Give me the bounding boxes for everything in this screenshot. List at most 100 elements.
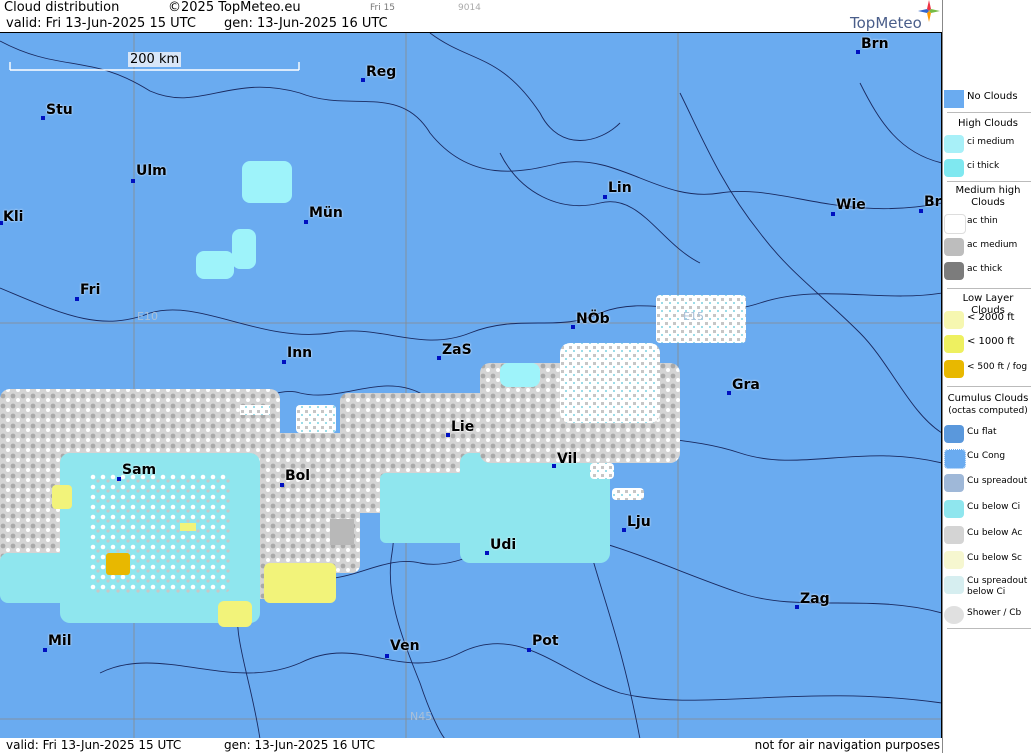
shower-label: Shower / Cb xyxy=(967,608,1022,618)
city-marker-icon xyxy=(282,360,286,364)
map-graphics xyxy=(0,33,941,738)
legend-ci-medium: ci medium xyxy=(943,133,1034,155)
city-marker-icon xyxy=(280,483,284,487)
city-label: Bra xyxy=(924,194,942,210)
ci-medium-swatch xyxy=(944,135,964,153)
city-marker-icon xyxy=(919,209,923,213)
run-code: 9014 xyxy=(458,3,481,13)
city-marker-icon xyxy=(41,116,45,120)
cu-cong-swatch xyxy=(944,449,966,469)
ac-thick-label: ac thick xyxy=(967,264,1003,274)
city-label: Mün xyxy=(309,205,343,221)
legend-cumulus-heading: Cumulus Clouds xyxy=(947,393,1029,404)
legend-cu-cong: Cu Cong xyxy=(943,447,1034,469)
no-clouds-label: No Clouds xyxy=(967,91,1018,102)
ci-thick-swatch xyxy=(944,159,964,177)
cu-below-ac-swatch xyxy=(944,526,964,544)
city-label: Mil xyxy=(48,633,72,649)
legend-no-clouds: No Clouds xyxy=(943,88,1034,110)
grid-label-e10: E10 xyxy=(137,310,158,323)
logo-text: TopMeteo xyxy=(850,14,922,32)
cloud-areas xyxy=(0,161,746,627)
city-marker-icon xyxy=(856,50,860,54)
cu-spread-ci-label-2: below Ci xyxy=(967,587,1006,597)
city-label: Kli xyxy=(3,209,24,225)
map-title: Cloud distribution xyxy=(4,0,120,15)
legend-cu-spreadout: Cu spreadout xyxy=(943,472,1034,494)
ac-thin-label: ac thin xyxy=(967,216,998,226)
footer-valid: valid: Fri 13-Jun-2025 15 UTC xyxy=(6,738,182,752)
legend-separator xyxy=(947,112,1031,113)
legend-cu-flat: Cu flat xyxy=(943,423,1034,445)
cloud-map[interactable]: 200 km E10 E15 N45 Brn Reg Stu Ulm Lin W… xyxy=(0,32,942,738)
legend-separator xyxy=(947,386,1031,387)
footer-gen: gen: 13-Jun-2025 16 UTC xyxy=(224,738,376,752)
legend-ac-thick: ac thick xyxy=(943,260,1034,282)
city-label: ZaS xyxy=(442,342,472,358)
low-1000-swatch xyxy=(944,335,964,353)
day-label: Fri 15 xyxy=(370,3,396,13)
legend-cu-below-ci: Cu below Ci xyxy=(943,498,1034,520)
grid-label-e15: E15 xyxy=(683,310,704,323)
gen-time: gen: 13-Jun-2025 16 UTC xyxy=(224,16,388,31)
cu-flat-label: Cu flat xyxy=(967,427,997,437)
city-marker-icon xyxy=(527,648,531,652)
ac-medium-swatch xyxy=(944,238,964,256)
cu-flat-swatch xyxy=(944,425,964,443)
legend-separator xyxy=(947,628,1031,629)
legend-separator xyxy=(947,288,1031,289)
city-marker-icon xyxy=(75,297,79,301)
low-2000-label: < 2000 ft xyxy=(967,312,1015,323)
cu-spread-ci-swatch xyxy=(944,576,964,594)
city-label: Reg xyxy=(366,64,397,80)
city-label: Udi xyxy=(490,537,517,553)
low-1000-label: < 1000 ft xyxy=(967,336,1015,347)
legend-cumulus-sub: (octas computed) xyxy=(948,406,1028,416)
city-label: Inn xyxy=(287,345,313,361)
city-marker-icon xyxy=(552,464,556,468)
legend-low-2000: < 2000 ft xyxy=(943,309,1034,331)
cu-below-ac-label: Cu below Ac xyxy=(967,528,1023,538)
legend-ac-medium: ac medium xyxy=(943,236,1034,258)
grid-label-n45: N45 xyxy=(410,710,433,723)
city-marker-icon xyxy=(131,179,135,183)
city-marker-icon xyxy=(795,605,799,609)
legend-separator xyxy=(947,181,1031,182)
cu-below-sc-label: Cu below Sc xyxy=(967,553,1022,563)
city-marker-icon xyxy=(571,325,575,329)
map-footer: valid: Fri 13-Jun-2025 15 UTC gen: 13-Ju… xyxy=(0,738,942,753)
city-label: Gra xyxy=(732,377,760,393)
cu-below-ci-label: Cu below Ci xyxy=(967,502,1021,512)
ac-thin-swatch xyxy=(944,214,966,234)
city-label: Ulm xyxy=(136,163,167,179)
legend-high-heading: High Clouds xyxy=(958,118,1018,129)
city-marker-icon xyxy=(485,551,489,555)
city-marker-icon xyxy=(117,477,121,481)
legend-medium-heading: Medium high Clouds xyxy=(955,185,1021,208)
city-label: NÖb xyxy=(576,311,610,327)
city-label: Wie xyxy=(836,197,866,213)
ac-thick-swatch xyxy=(944,262,964,280)
city-label: Fri xyxy=(80,282,101,298)
legend-panel: No Clouds High Clouds ci medium ci thick… xyxy=(942,0,1034,753)
footer-disclaimer: not for air navigation purposes xyxy=(754,738,940,752)
cu-spreadout-swatch xyxy=(944,474,964,492)
rivers-borders xyxy=(0,33,941,738)
cu-spreadout-label: Cu spreadout xyxy=(967,476,1028,486)
city-marker-icon xyxy=(446,433,450,437)
cu-cong-label: Cu Cong xyxy=(967,451,1006,461)
ac-medium-label: ac medium xyxy=(967,240,1018,250)
city-marker-icon xyxy=(831,212,835,216)
city-marker-icon xyxy=(304,220,308,224)
city-marker-icon xyxy=(727,391,731,395)
legend-low-1000: < 1000 ft xyxy=(943,333,1034,355)
city-label: Lju xyxy=(627,514,651,530)
low-500-label: < 500 ft / fog xyxy=(967,362,1028,372)
grid-lines xyxy=(0,33,941,738)
ci-thick-label: ci thick xyxy=(967,161,1000,171)
legend-cu-below-sc: Cu below Sc xyxy=(943,549,1034,571)
city-marker-icon xyxy=(622,528,626,532)
city-label: Lin xyxy=(608,180,632,196)
scale-bar-label: 200 km xyxy=(128,52,182,67)
compass-logo-icon xyxy=(918,0,940,22)
